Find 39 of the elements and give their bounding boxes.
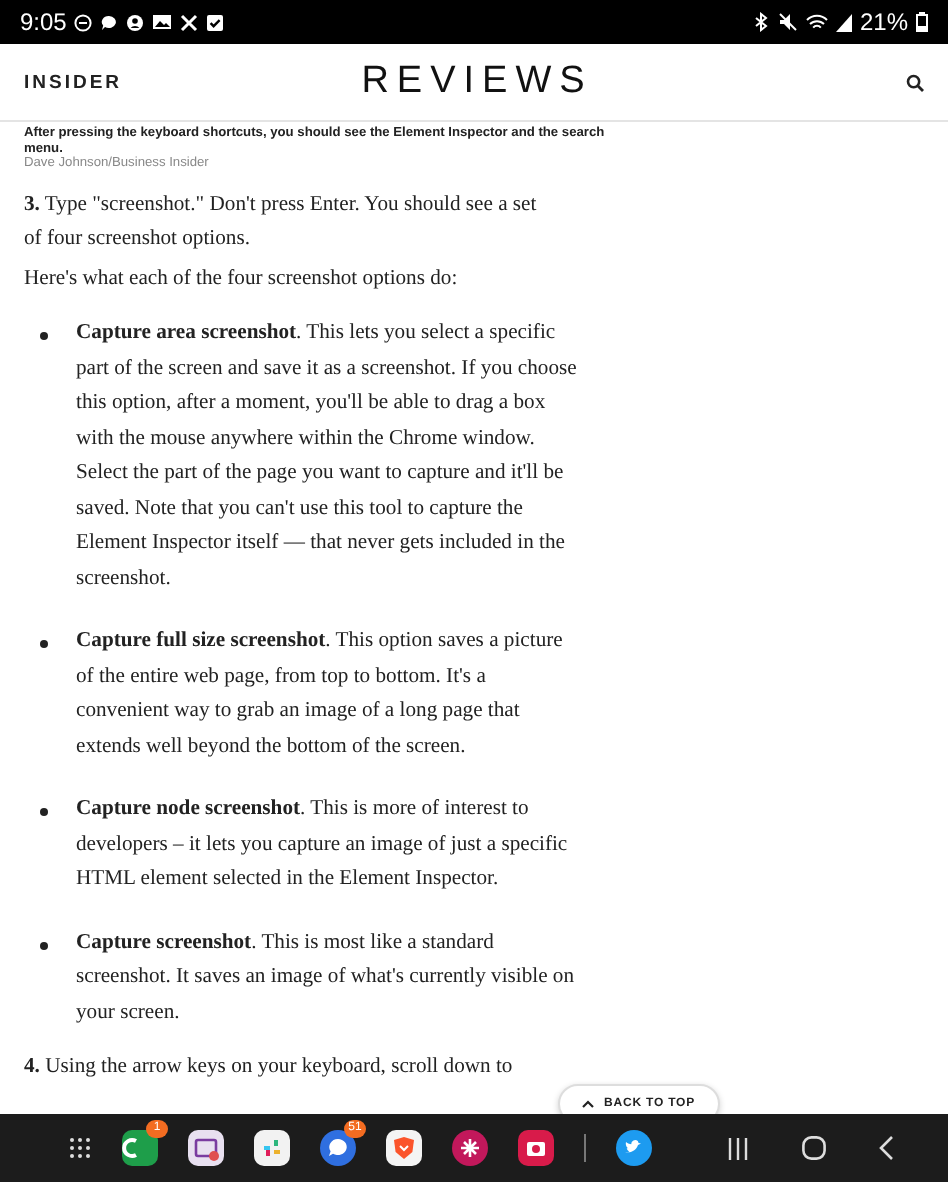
bluetooth-icon	[753, 12, 770, 32]
image-icon	[152, 14, 173, 30]
phone-app-icon[interactable]	[122, 1130, 158, 1166]
signal-icon	[835, 13, 852, 31]
flower-app-icon[interactable]	[452, 1130, 488, 1166]
paragraph: 3. Type "screenshot." Don't press Enter. You should see a set of four screenshot options.	[24, 191, 539, 254]
battery-icon	[916, 12, 928, 32]
app-grid-icon[interactable]	[68, 1136, 92, 1160]
shield-app-icon[interactable]	[386, 1130, 422, 1166]
do-not-disturb-icon	[74, 13, 93, 31]
bullet-dot	[40, 332, 48, 340]
checkbox-icon	[206, 13, 225, 31]
paragraph: 4. Using the arrow keys on your keyboard, scroll down to	[24, 1054, 515, 1082]
recent-apps-icon[interactable]	[726, 1137, 750, 1159]
account-icon	[126, 13, 145, 31]
bullet-dot	[40, 640, 48, 648]
bullet-dot	[40, 808, 48, 816]
screen-recorder-app-icon[interactable]	[188, 1130, 224, 1166]
pinwheel-app-icon[interactable]	[254, 1130, 290, 1166]
bullet-dot	[40, 941, 48, 949]
list-item-text: Capture node screenshot. This is more of interest to developers – it lets you capture an image of just a specific HTML element selected in the Element Inspector.	[76, 796, 570, 894]
clock-time: 9:05	[20, 8, 67, 36]
battery-percent: 21%	[859, 8, 908, 36]
camera-app-icon[interactable]	[518, 1130, 554, 1166]
search-icon[interactable]	[906, 73, 924, 91]
chat-app-icon[interactable]	[320, 1130, 356, 1166]
brand-logo[interactable]: INSIDER	[24, 71, 264, 93]
bird-app-icon[interactable]	[616, 1130, 652, 1166]
back-icon[interactable]	[878, 1136, 894, 1160]
list-item-text: Capture screenshot. This is most like a standard screenshot. It saves an image of what's currently visible on your screen.	[76, 929, 577, 1027]
list-item-text: Capture area screenshot. This lets you select a specific part of the screen and save it as a screenshot. If you choose this option, after a moment, you'll be able to drag a box with the mouse anywhere within the Chrome window. Select the part of the page you want to capture and it'll be saved. Note that you can't use this tool to capture the Element Inspector itself — that never gets included in the screenshot.	[76, 320, 579, 593]
section-title: REVIEWS	[359, 60, 595, 104]
list-item-text: Capture full size screenshot. This option saves a picture of the entire web page, from top to bottom. It's a convenient way to grab an image of a long page that extends well beyond the bottom of the screen.	[76, 628, 565, 761]
paragraph: Here's what each of the four screenshot options do:	[24, 265, 460, 293]
mute-icon	[777, 12, 798, 32]
wifi-icon	[805, 13, 828, 31]
caret-up-icon	[582, 1100, 594, 1108]
chat-bubble-icon	[100, 13, 119, 31]
home-icon[interactable]	[802, 1136, 826, 1160]
